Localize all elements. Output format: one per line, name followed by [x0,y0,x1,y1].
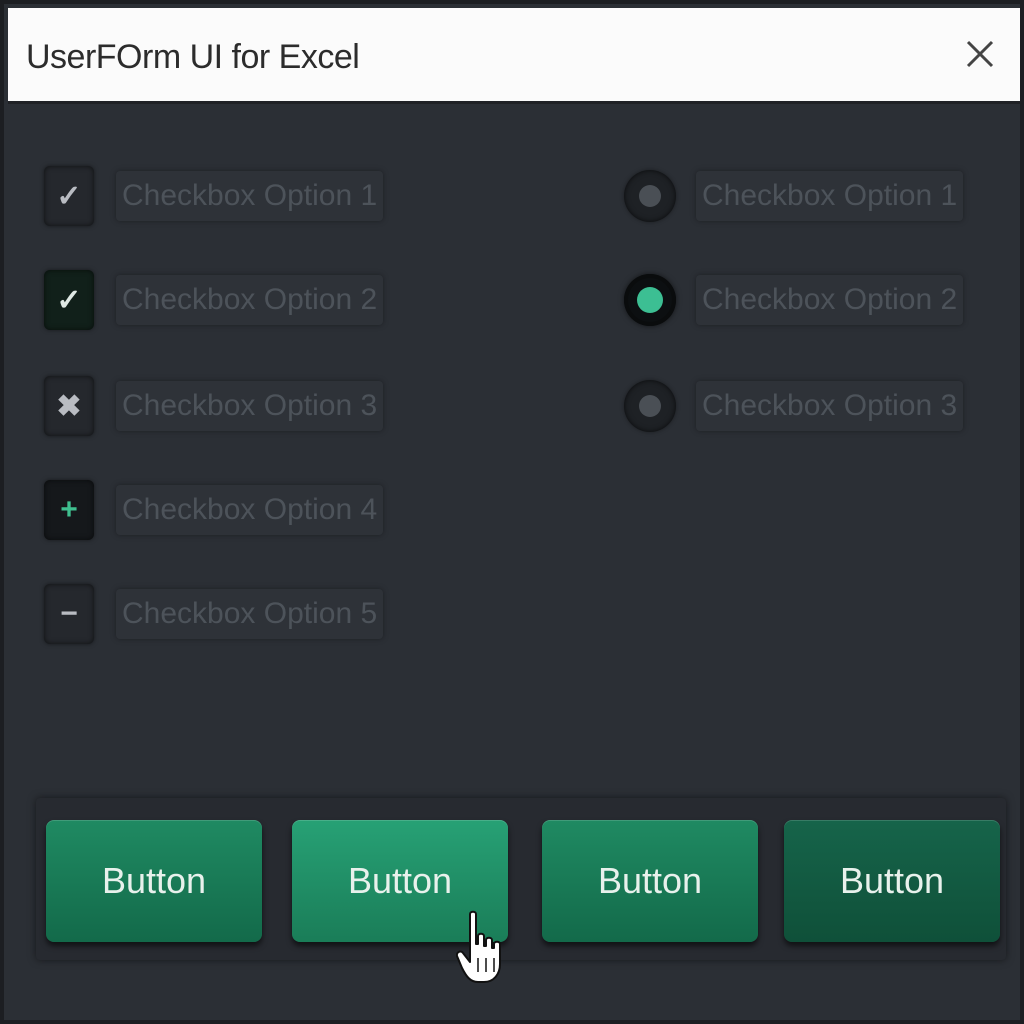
radio-dot-icon [639,395,661,417]
radio-option-1[interactable]: Checkbox Option 1 [624,162,964,230]
checkbox-option-5[interactable]: − Checkbox Option 5 [44,580,384,648]
radio-label: Checkbox Option 3 [696,381,964,431]
checkbox-label: Checkbox Option 5 [116,589,384,639]
close-icon [966,40,994,68]
form-content: ✓ Checkbox Option 1 ✓ Checkbox Option 2 … [8,104,1020,1020]
checkbox-option-2[interactable]: ✓ Checkbox Option 2 [44,266,384,334]
checkbox-label: Checkbox Option 3 [116,381,384,431]
checkbox-label: Checkbox Option 4 [116,485,384,535]
checkbox-option-4[interactable]: + Checkbox Option 4 [44,476,384,544]
button-3[interactable]: Button [542,820,758,942]
button-4[interactable]: Button [784,820,1000,942]
radio-label: Checkbox Option 1 [696,171,964,221]
button-1[interactable]: Button [46,820,262,942]
checkmark-icon[interactable]: ✓ [44,270,94,330]
cross-icon[interactable]: ✖ [44,376,94,436]
window-title: UserFOrm UI for Excel [26,38,360,76]
checkbox-label: Checkbox Option 1 [116,171,384,221]
checkbox-option-3[interactable]: ✖ Checkbox Option 3 [44,372,384,440]
radio-option-3[interactable]: Checkbox Option 3 [624,372,964,440]
minus-icon[interactable]: − [44,584,94,644]
radio-button[interactable] [624,380,676,432]
radio-button-selected[interactable] [624,274,676,326]
radio-option-2[interactable]: Checkbox Option 2 [624,266,964,334]
plus-icon[interactable]: + [44,480,94,540]
title-bar: UserFOrm UI for Excel [8,8,1020,104]
close-button[interactable] [956,30,1004,78]
button-2[interactable]: Button [292,820,508,942]
checkbox-option-1[interactable]: ✓ Checkbox Option 1 [44,162,384,230]
radio-dot-icon [639,185,661,207]
button-bar: Button Button Button Button [36,798,1006,960]
radio-label: Checkbox Option 2 [696,275,964,325]
radio-button[interactable] [624,170,676,222]
userform-window: UserFOrm UI for Excel ✓ Checkbox Option … [0,0,1024,1024]
radio-dot-icon [637,287,663,313]
checkmark-icon[interactable]: ✓ [44,166,94,226]
checkbox-label: Checkbox Option 2 [116,275,384,325]
